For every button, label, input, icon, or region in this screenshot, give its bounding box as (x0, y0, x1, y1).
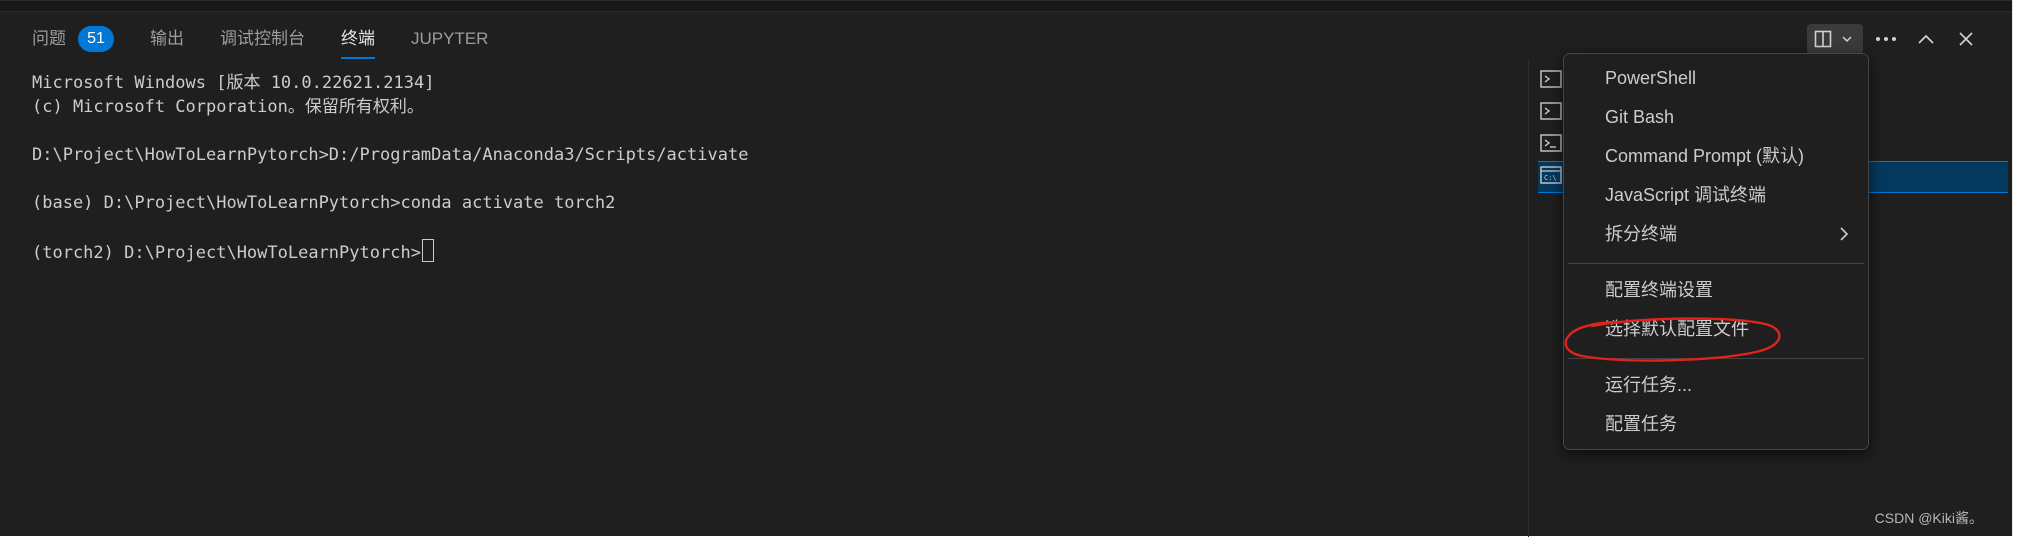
tab-jupyter[interactable]: JUPYTER (411, 21, 488, 57)
tab-problems[interactable]: 问题 51 (32, 21, 114, 57)
editor-bottom-edge (0, 1, 2013, 12)
page-scroll-strip (2012, 0, 2028, 536)
watermark: CSDN @Kiki酱。 (1874, 510, 1983, 526)
terminal-line: Microsoft Windows [版本 10.0.22621.2134] (32, 73, 435, 93)
terminal-line: (base) D:\Project\HowToLearnPytorch>cond… (32, 193, 616, 213)
terminal-bash-icon (1540, 133, 1562, 158)
menu-item-git-bash[interactable]: Git Bash (1568, 99, 1864, 135)
more-actions-icon[interactable] (1869, 24, 1903, 54)
svg-text:C:\: C:\ (1544, 174, 1557, 182)
menu-item-split-terminal-label: 拆分终端 (1605, 224, 1677, 244)
close-panel-icon[interactable] (1949, 24, 1983, 54)
menu-separator (1568, 263, 1864, 264)
terminal-list-divider (1528, 59, 1529, 537)
split-editor-icon[interactable] (1811, 24, 1835, 54)
tab-output[interactable]: 输出 (150, 21, 184, 57)
terminal-icon (1540, 101, 1562, 126)
tab-output-label: 输出 (150, 29, 184, 48)
tab-debug-console-label: 调试控制台 (220, 29, 305, 48)
tab-problems-label: 问题 (32, 29, 66, 48)
terminal-icon (1540, 69, 1562, 94)
tab-debug-console[interactable]: 调试控制台 (220, 21, 305, 57)
panel-toolbar (1807, 21, 1983, 57)
split-terminal-dropdown[interactable] (1807, 24, 1863, 54)
menu-item-configure-terminal-settings[interactable]: 配置终端设置 (1568, 272, 1864, 308)
menu-item-command-prompt[interactable]: Command Prompt (默认) (1568, 138, 1864, 174)
terminal-cursor (421, 239, 434, 262)
tab-jupyter-label: JUPYTER (411, 29, 489, 48)
terminal-line: D:\Project\HowToLearnPytorch>D:/ProgramD… (32, 145, 749, 165)
terminal-launch-menu: PowerShell Git Bash Command Prompt (默认) … (1563, 53, 1869, 450)
menu-item-split-terminal[interactable]: 拆分终端 (1568, 216, 1864, 252)
terminal-output[interactable]: Microsoft Windows [版本 10.0.22621.2134] (… (32, 71, 1512, 263)
menu-item-run-task[interactable]: 运行任务... (1568, 367, 1864, 403)
tab-terminal-label: 终端 (341, 29, 375, 48)
panel-tabs: 问题 51 输出 调试控制台 终端 JUPYTER (32, 21, 524, 59)
chevron-down-icon[interactable] (1835, 24, 1859, 54)
menu-item-select-default-profile[interactable]: 选择默认配置文件 (1568, 311, 1864, 347)
maximize-panel-icon[interactable] (1909, 24, 1943, 54)
terminal-line: (c) Microsoft Corporation。保留所有权利。 (32, 97, 424, 117)
terminal-prompt: (torch2) D:\Project\HowToLearnPytorch> (32, 243, 421, 263)
tab-terminal[interactable]: 终端 (341, 21, 375, 59)
menu-item-powershell[interactable]: PowerShell (1568, 60, 1864, 96)
terminal-panel: 问题 51 输出 调试控制台 终端 JUPYTER Microsoft Wind… (0, 0, 2013, 537)
chevron-right-icon (1838, 216, 1850, 252)
terminal-cmd-icon: C:\ (1540, 165, 1562, 190)
menu-separator (1568, 358, 1864, 359)
problems-count-badge: 51 (78, 26, 114, 52)
menu-item-javascript-debug-terminal[interactable]: JavaScript 调试终端 (1568, 177, 1864, 213)
terminal-prompt-line: (torch2) D:\Project\HowToLearnPytorch> (32, 239, 1512, 263)
menu-item-configure-task[interactable]: 配置任务 (1568, 406, 1864, 442)
